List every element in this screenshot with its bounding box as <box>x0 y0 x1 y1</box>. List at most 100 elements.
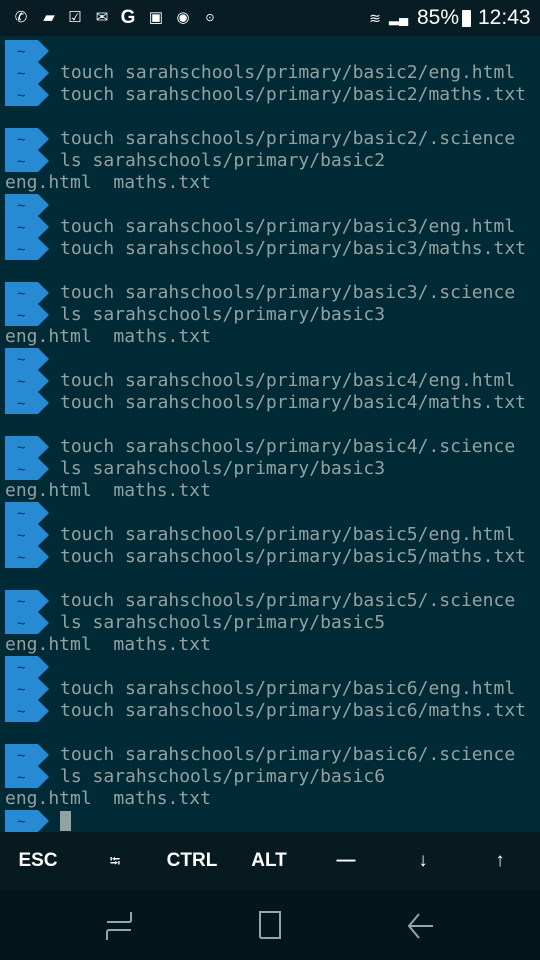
terminal-line: ~ ls sarahschools/primary/basic6 <box>0 766 540 788</box>
terminal-line: ~ touch sarahschools/primary/basic2/eng.h… <box>0 62 540 84</box>
command-text: touch sarahschools/primary/basic2/.scien… <box>60 128 516 149</box>
message-icon: ▰ <box>43 9 55 26</box>
terminal-line: ~ touch sarahschools/primary/basic5/eng.h… <box>0 524 540 546</box>
prompt-segment: ~ <box>5 392 49 414</box>
gmail-icon: ✉ <box>95 9 109 26</box>
alt-key[interactable]: ALT <box>234 832 304 890</box>
prompt-tilde: ~ <box>17 132 26 148</box>
terminal-line: ~ <box>0 348 540 370</box>
prompt-segment: ~ <box>5 612 49 634</box>
terminal-line: eng.html maths.txt <box>0 172 540 194</box>
terminal-line: ~ <box>0 194 540 216</box>
terminal-line: ~ touch sarahschools/primary/basic2/.scie… <box>0 128 540 150</box>
command-text: touch sarahschools/primary/basic6/maths.… <box>60 700 526 721</box>
output-text: eng.html maths.txt <box>5 634 211 655</box>
gallery-icon: ▣ <box>148 9 164 26</box>
command-text: touch sarahschools/primary/basic5/eng.ht… <box>60 524 516 545</box>
command-text: touch sarahschools/primary/basic6/.scien… <box>60 744 516 765</box>
output-text: eng.html maths.txt <box>5 172 211 193</box>
tab-key[interactable]: ⭾ <box>80 832 150 890</box>
extra-keys-bar: ESC ⭾ CTRL ALT — ↓ ↑ <box>0 832 540 890</box>
prompt-segment: ~ <box>5 458 49 480</box>
eye-app-icon: ◉ <box>176 9 190 26</box>
command-text: touch sarahschools/primary/basic4/.scien… <box>60 436 516 457</box>
prompt-segment: ~ <box>5 766 49 788</box>
prompt-segment: ~ <box>5 282 49 304</box>
ctrl-key[interactable]: CTRL <box>157 832 227 890</box>
prompt-segment: ~ <box>5 194 49 216</box>
prompt-tilde: ~ <box>17 220 26 236</box>
signal-icon: ▂▄ <box>389 10 409 25</box>
prompt-segment: ~ <box>5 216 49 238</box>
terminal-line: ~ touch sarahschools/primary/basic6/maths… <box>0 700 540 722</box>
output-text: eng.html maths.txt <box>5 788 211 809</box>
prompt-segment: ~ <box>5 546 49 568</box>
clipboard-check-icon: ☑ <box>68 9 82 26</box>
prompt-tilde: ~ <box>17 308 26 324</box>
esc-key[interactable]: ESC <box>3 832 73 890</box>
prompt-tilde: ~ <box>17 462 26 478</box>
terminal-line: ~ touch sarahschools/primary/basic5/.scie… <box>0 590 540 612</box>
status-bar: ✆ ▰ ☑ ✉ G ▣ ◉ ⊙ ≋ ▂▄ 85% 12:43 <box>0 0 540 36</box>
prompt-segment: ~ <box>5 590 49 612</box>
up-arrow-key[interactable]: ↑ <box>465 832 535 890</box>
terminal-line: ~ ls sarahschools/primary/basic3 <box>0 304 540 326</box>
prompt-segment: ~ <box>5 700 49 722</box>
prompt-segment: ~ <box>5 128 49 150</box>
terminal-line: ~ <box>0 656 540 678</box>
prompt-segment: ~ <box>5 656 49 678</box>
terminal-line: ~ touch sarahschools/primary/basic4/maths… <box>0 392 540 414</box>
prompt-tilde: ~ <box>17 396 26 412</box>
prompt-segment: ~ <box>5 150 49 172</box>
command-text: ls sarahschools/primary/basic6 <box>60 766 386 787</box>
clock: 12:43 <box>478 6 531 29</box>
prompt-tilde: ~ <box>17 44 26 60</box>
dash-key[interactable]: — <box>311 832 381 890</box>
command-text: ls sarahschools/primary/basic5 <box>60 612 386 633</box>
terminal-line: ~ <box>0 502 540 524</box>
terminal-line: ~ <box>0 810 540 832</box>
prompt-tilde: ~ <box>17 814 26 830</box>
prompt-tilde: ~ <box>17 594 26 610</box>
terminal-line: ~ touch sarahschools/primary/basic3/.scie… <box>0 282 540 304</box>
recent-apps-icon[interactable] <box>99 908 139 944</box>
battery-percent: 85% <box>417 6 460 29</box>
terminal-line: ~ touch sarahschools/primary/basic5/maths… <box>0 546 540 568</box>
terminal-line: ~ touch sarahschools/primary/basic3/maths… <box>0 238 540 260</box>
command-text: touch sarahschools/primary/basic4/maths.… <box>60 392 526 413</box>
back-icon[interactable] <box>401 908 441 944</box>
prompt-tilde: ~ <box>17 704 26 720</box>
home-icon[interactable] <box>250 908 290 944</box>
command-text: touch sarahschools/primary/basic4/eng.ht… <box>60 370 516 391</box>
prompt-tilde: ~ <box>17 550 26 566</box>
prompt-segment: ~ <box>5 40 49 62</box>
prompt-tilde: ~ <box>17 440 26 456</box>
prompt-tilde: ~ <box>17 748 26 764</box>
output-text: eng.html maths.txt <box>5 326 211 347</box>
prompt-tilde: ~ <box>17 528 26 544</box>
prompt-segment: ~ <box>5 810 49 832</box>
command-text: touch sarahschools/primary/basic3/eng.ht… <box>60 216 516 237</box>
command-text: touch sarahschools/primary/basic3/maths.… <box>60 238 526 259</box>
down-arrow-key[interactable]: ↓ <box>388 832 458 890</box>
prompt-tilde: ~ <box>17 242 26 258</box>
whatsapp-icon: ✆ <box>14 9 28 26</box>
terminal-line: ~ touch sarahschools/primary/basic6/.scie… <box>0 744 540 766</box>
prompt-segment: ~ <box>5 678 49 700</box>
terminal-line: ~ touch sarahschools/primary/basic6/eng.h… <box>0 678 540 700</box>
terminal-output[interactable]: ~ ~ touch sarahschools/primary/basic2/eng.… <box>0 40 540 832</box>
prompt-segment: ~ <box>5 304 49 326</box>
prompt-segment: ~ <box>5 348 49 370</box>
terminal-line: ~ ls sarahschools/primary/basic2 <box>0 150 540 172</box>
prompt-segment: ~ <box>5 524 49 546</box>
terminal-line: ~ ls sarahschools/primary/basic5 <box>0 612 540 634</box>
text-cursor[interactable] <box>60 811 71 831</box>
command-text: touch sarahschools/primary/basic2/eng.ht… <box>60 62 516 83</box>
google-icon: G <box>120 7 136 28</box>
command-text: ls sarahschools/primary/basic2 <box>60 150 386 171</box>
